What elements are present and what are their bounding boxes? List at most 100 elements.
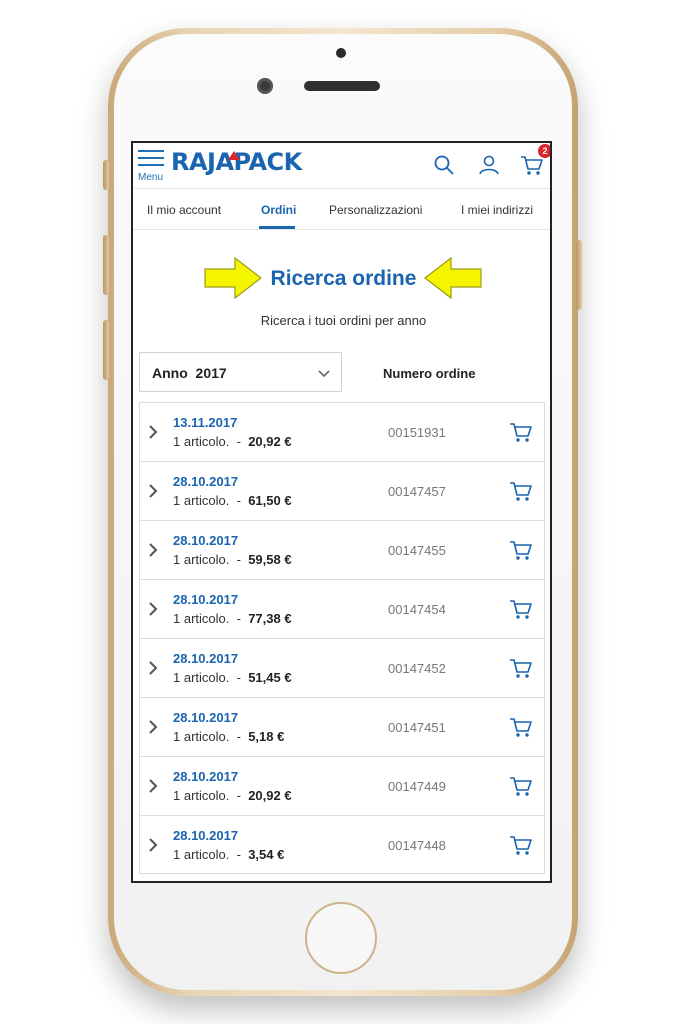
chevron-right-icon[interactable] xyxy=(146,659,160,677)
order-summary: 1 articolo. - 77,38 € xyxy=(173,611,292,626)
order-row[interactable]: 13.11.2017 1 articolo. - 20,92 € 0015193… xyxy=(139,402,545,461)
phone-sensor xyxy=(336,48,346,58)
chevron-right-icon[interactable] xyxy=(146,600,160,618)
order-total: 59,58 € xyxy=(248,552,292,567)
order-separator: - xyxy=(236,670,241,685)
tab-account[interactable]: Il mio account xyxy=(147,203,221,217)
chevron-right-icon[interactable] xyxy=(146,836,160,854)
order-row[interactable]: 28.10.2017 1 articolo. - 61,50 € 0014745… xyxy=(139,461,545,520)
order-total: 3,54 € xyxy=(248,847,285,862)
order-separator: - xyxy=(236,434,241,449)
cart-count-badge: 2 xyxy=(538,144,550,158)
phone-home-button[interactable] xyxy=(305,902,377,974)
year-value: 2017 xyxy=(195,365,227,381)
active-tab-indicator xyxy=(259,226,295,229)
year-select-value: Anno 2017 xyxy=(152,365,227,381)
order-number: 00147449 xyxy=(388,779,446,794)
order-item-count: 1 articolo. xyxy=(173,611,230,626)
order-row[interactable]: 28.10.2017 1 articolo. - 59,58 € 0014745… xyxy=(139,520,545,579)
chevron-right-icon[interactable] xyxy=(146,482,160,500)
order-row[interactable]: 28.10.2017 1 articolo. - 5,18 € 00147451 xyxy=(139,697,545,756)
order-number: 00147451 xyxy=(388,720,446,735)
order-item-count: 1 articolo. xyxy=(173,552,230,567)
order-summary: 1 articolo. - 61,50 € xyxy=(173,493,292,508)
reorder-cart-icon[interactable] xyxy=(509,538,533,562)
chevron-down-icon xyxy=(317,366,331,380)
account-tabs: Il mio account Ordini Personalizzazioni … xyxy=(133,189,550,230)
tab-customizations[interactable]: Personalizzazioni xyxy=(329,203,422,217)
order-separator: - xyxy=(236,493,241,508)
year-select[interactable]: Anno 2017 xyxy=(139,352,342,392)
order-date[interactable]: 28.10.2017 xyxy=(173,828,238,843)
order-total: 5,18 € xyxy=(248,729,285,744)
page-subtitle: Ricerca i tuoi ordini per anno xyxy=(260,313,427,328)
order-separator: - xyxy=(236,847,241,862)
chevron-right-icon[interactable] xyxy=(146,541,160,559)
order-item-count: 1 articolo. xyxy=(173,670,230,685)
order-number: 00147457 xyxy=(388,484,446,499)
order-row[interactable]: 28.10.2017 1 articolo. - 77,38 € 0014745… xyxy=(139,579,545,638)
order-separator: - xyxy=(236,788,241,803)
chevron-right-icon[interactable] xyxy=(146,718,160,736)
tab-addresses[interactable]: I miei indirizzi xyxy=(461,203,533,217)
order-list: 13.11.2017 1 articolo. - 20,92 € 0015193… xyxy=(139,402,545,874)
arrow-left-icon xyxy=(421,255,483,301)
order-item-count: 1 articolo. xyxy=(173,847,230,862)
order-number-column-label[interactable]: Numero ordine xyxy=(383,366,475,381)
order-date[interactable]: 28.10.2017 xyxy=(173,533,238,548)
order-item-count: 1 articolo. xyxy=(173,434,230,449)
reorder-cart-icon[interactable] xyxy=(509,833,533,857)
menu-button[interactable]: Menu xyxy=(137,149,167,185)
order-row[interactable]: 28.10.2017 1 articolo. - 20,92 € 0014744… xyxy=(139,756,545,815)
order-item-count: 1 articolo. xyxy=(173,729,230,744)
order-separator: - xyxy=(236,729,241,744)
order-date[interactable]: 28.10.2017 xyxy=(173,710,238,725)
menu-label: Menu xyxy=(138,172,164,183)
order-date[interactable]: 28.10.2017 xyxy=(173,592,238,607)
order-number: 00147454 xyxy=(388,602,446,617)
reorder-cart-icon[interactable] xyxy=(509,774,533,798)
logo-accent-icon xyxy=(228,151,240,160)
order-number: 00151931 xyxy=(388,425,446,440)
order-total: 61,50 € xyxy=(248,493,292,508)
order-total: 20,92 € xyxy=(248,434,292,449)
order-row[interactable]: 28.10.2017 1 articolo. - 3,54 € 00147448 xyxy=(139,815,545,874)
order-date[interactable]: 28.10.2017 xyxy=(173,769,238,784)
reorder-cart-icon[interactable] xyxy=(509,656,533,680)
order-date[interactable]: 28.10.2017 xyxy=(173,474,238,489)
phone-volume-up xyxy=(103,235,109,295)
year-prefix: Anno xyxy=(152,365,188,381)
order-row[interactable]: 28.10.2017 1 articolo. - 51,45 € 0014745… xyxy=(139,638,545,697)
phone-power-button xyxy=(576,240,582,310)
order-number: 00147455 xyxy=(388,543,446,558)
order-number: 00147448 xyxy=(388,838,446,853)
order-summary: 1 articolo. - 3,54 € xyxy=(173,847,284,862)
phone-mute-switch xyxy=(103,160,109,190)
tab-orders[interactable]: Ordini xyxy=(261,203,296,217)
order-summary: 1 articolo. - 20,92 € xyxy=(173,434,292,449)
order-item-count: 1 articolo. xyxy=(173,493,230,508)
search-icon[interactable] xyxy=(432,153,456,177)
order-separator: - xyxy=(236,611,241,626)
reorder-cart-icon[interactable] xyxy=(509,715,533,739)
phone-speaker xyxy=(304,81,380,91)
chevron-right-icon[interactable] xyxy=(146,423,160,441)
order-item-count: 1 articolo. xyxy=(173,788,230,803)
app-header: Menu RAJAPACK 2 xyxy=(133,143,550,189)
chevron-right-icon[interactable] xyxy=(146,777,160,795)
order-date[interactable]: 13.11.2017 xyxy=(173,415,237,430)
order-separator: - xyxy=(236,552,241,567)
order-summary: 1 articolo. - 5,18 € xyxy=(173,729,284,744)
phone-volume-down xyxy=(103,320,109,380)
app-screen: Menu RAJAPACK 2 Il mio account Ordini Pe… xyxy=(131,141,552,883)
order-date[interactable]: 28.10.2017 xyxy=(173,651,238,666)
order-total: 20,92 € xyxy=(248,788,292,803)
user-icon[interactable] xyxy=(477,153,501,177)
order-summary: 1 articolo. - 51,45 € xyxy=(173,670,292,685)
reorder-cart-icon[interactable] xyxy=(509,479,533,503)
order-number: 00147452 xyxy=(388,661,446,676)
reorder-cart-icon[interactable] xyxy=(509,420,533,444)
page-title: Ricerca ordine xyxy=(270,267,417,290)
phone-camera xyxy=(257,78,273,94)
reorder-cart-icon[interactable] xyxy=(509,597,533,621)
